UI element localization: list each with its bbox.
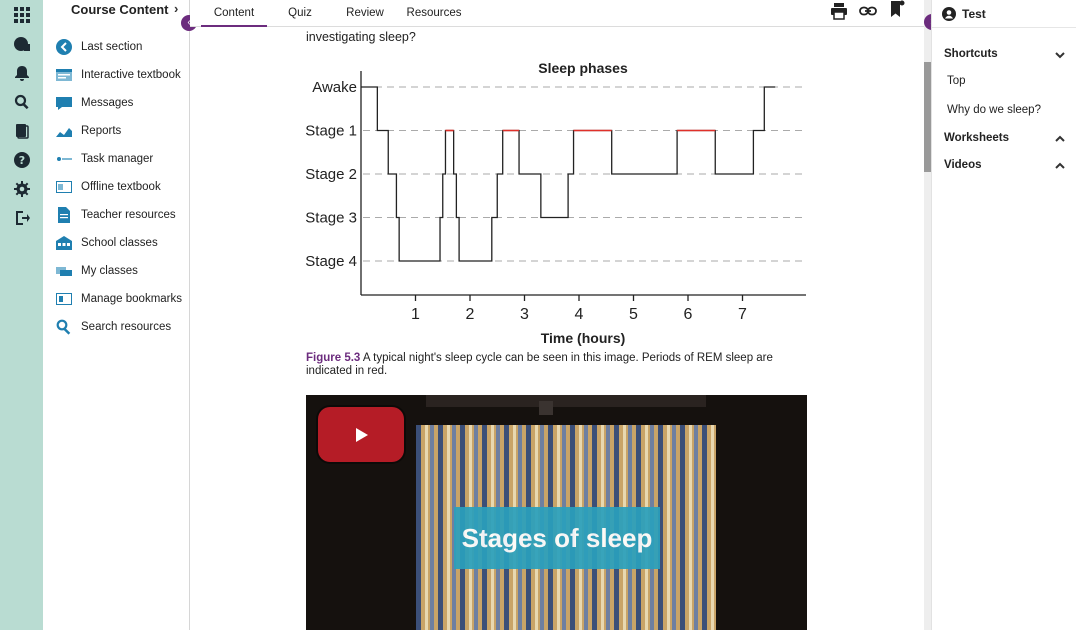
video-title: Stages of sleep	[454, 507, 660, 569]
play-button[interactable]	[318, 407, 404, 462]
nav-item-label: Reports	[81, 125, 122, 137]
chevron-up-icon	[1054, 132, 1066, 144]
user-icon	[942, 7, 956, 21]
book-icon[interactable]	[13, 35, 30, 52]
nav-item-teacher-resources[interactable]: Teacher resources	[43, 204, 190, 226]
nav-item-label: Last section	[81, 41, 143, 53]
y-tick-label: Stage 1	[306, 123, 357, 140]
task-manager-icon	[55, 151, 72, 168]
x-tick-label: 2	[466, 306, 475, 323]
shortcuts-label: Shortcuts	[944, 48, 998, 60]
tab-resources[interactable]: Resources	[406, 0, 462, 26]
svg-text:?: ?	[18, 154, 24, 167]
print-icon[interactable]	[830, 2, 848, 20]
course-nav-header: Course Content ›	[43, 0, 189, 18]
messages-icon	[55, 95, 72, 112]
x-tick-label: 3	[520, 306, 529, 323]
content-tabs: Content Quiz Review Resources	[190, 0, 924, 27]
nav-item-interactive-textbook[interactable]: Interactive textbook	[43, 64, 190, 86]
my-classes-icon	[55, 263, 72, 280]
tab-content[interactable]: Content	[201, 0, 267, 27]
shortcut-why-sleep-link[interactable]: Why do we sleep?	[947, 104, 1041, 116]
teacher-resources-icon	[55, 207, 72, 224]
nav-item-label: Offline textbook	[81, 181, 161, 193]
nav-item-last-section[interactable]: Last section	[43, 36, 190, 58]
nav-item-reports[interactable]: Reports	[43, 120, 190, 142]
play-icon	[356, 427, 368, 442]
y-tick-label: Stage 3	[306, 210, 357, 227]
reports-icon	[55, 123, 72, 140]
tab-quiz[interactable]: Quiz	[278, 0, 322, 26]
nav-item-label: School classes	[81, 237, 158, 249]
school-classes-icon	[55, 235, 72, 252]
nav-item-task-manager[interactable]: Task manager	[43, 148, 190, 170]
nav-item-label: Messages	[81, 97, 134, 109]
nav-item-label: Interactive textbook	[81, 69, 181, 81]
main-content: investigating sleep? Sleep phases Awake St…	[190, 27, 924, 630]
sleep-phases-chart: Sleep phases Awake Stage 1 Stage 2 Stage 3 St…	[306, 60, 806, 346]
x-tick-label: 1	[411, 306, 420, 323]
right-panel: Test Shortcuts Top Why do we sleep? Work…	[931, 0, 1076, 630]
nav-item-label: Search resources	[81, 321, 172, 333]
video-player[interactable]: Stages of sleep	[306, 395, 807, 630]
figure-label: Figure 5.3	[306, 352, 361, 364]
videos-label: Videos	[944, 159, 982, 171]
search-resources-icon	[55, 319, 72, 336]
chevron-down-icon	[1054, 48, 1066, 60]
bookmark-icon[interactable]	[888, 0, 906, 18]
figure-caption: Figure 5.3 A typical night's sleep cycle…	[306, 352, 806, 378]
app-rail: ?	[0, 0, 43, 630]
offline-textbook-icon	[55, 179, 72, 196]
user-header: Test	[932, 0, 1076, 28]
worksheets-section[interactable]: Worksheets	[932, 125, 1076, 151]
x-axis-label: Time (hours)	[541, 330, 626, 346]
nav-item-label: Teacher resources	[81, 209, 176, 221]
x-tick-label: 7	[738, 306, 747, 323]
chevron-up-icon	[1054, 159, 1066, 171]
apps-grid-icon[interactable]	[13, 6, 30, 23]
interactive-textbook-icon	[55, 67, 72, 84]
nav-item-messages[interactable]: Messages	[43, 92, 190, 114]
search-icon[interactable]	[13, 93, 30, 110]
y-tick-label: Awake	[312, 79, 357, 96]
nav-item-offline-textbook[interactable]: Offline textbook	[43, 176, 190, 198]
user-name: Test	[962, 7, 986, 21]
course-nav: Course Content › Last section Interactiv…	[43, 0, 190, 630]
link-icon[interactable]	[859, 2, 877, 20]
nav-item-label: Task manager	[81, 153, 154, 165]
library-icon[interactable]	[13, 122, 30, 139]
nav-item-label: Manage bookmarks	[81, 293, 182, 305]
videos-section[interactable]: Videos	[932, 152, 1076, 178]
nav-item-school-classes[interactable]: School classes	[43, 232, 190, 254]
nav-item-my-classes[interactable]: My classes	[43, 260, 190, 282]
y-tick-label: Stage 4	[306, 253, 357, 270]
chevron-right-icon[interactable]: ›	[174, 1, 178, 16]
nav-item-manage-bookmarks[interactable]: Manage bookmarks	[43, 288, 190, 310]
x-tick-label: 6	[684, 306, 693, 323]
nav-item-label: My classes	[81, 265, 138, 277]
course-nav-title: Course Content	[71, 1, 169, 17]
y-tick-label: Stage 2	[306, 166, 357, 183]
x-tick-label: 4	[575, 306, 584, 323]
scrollbar-thumb[interactable]	[924, 62, 931, 172]
caption-text: A typical night's sleep cycle can be see…	[306, 352, 773, 377]
manage-bookmarks-icon	[55, 291, 72, 308]
shortcut-top-link[interactable]: Top	[947, 75, 966, 87]
bell-icon[interactable]	[13, 64, 30, 81]
shortcuts-section[interactable]: Shortcuts	[932, 41, 1076, 67]
chart-title: Sleep phases	[538, 60, 628, 76]
intro-text: investigating sleep?	[306, 30, 416, 44]
settings-icon[interactable]	[13, 180, 30, 197]
worksheets-label: Worksheets	[944, 132, 1009, 144]
logout-icon[interactable]	[13, 209, 30, 226]
nav-item-search-resources[interactable]: Search resources	[43, 316, 190, 338]
x-tick-label: 5	[629, 306, 638, 323]
tab-review[interactable]: Review	[340, 0, 390, 26]
last-section-icon	[55, 39, 72, 56]
help-icon[interactable]: ?	[13, 151, 30, 168]
